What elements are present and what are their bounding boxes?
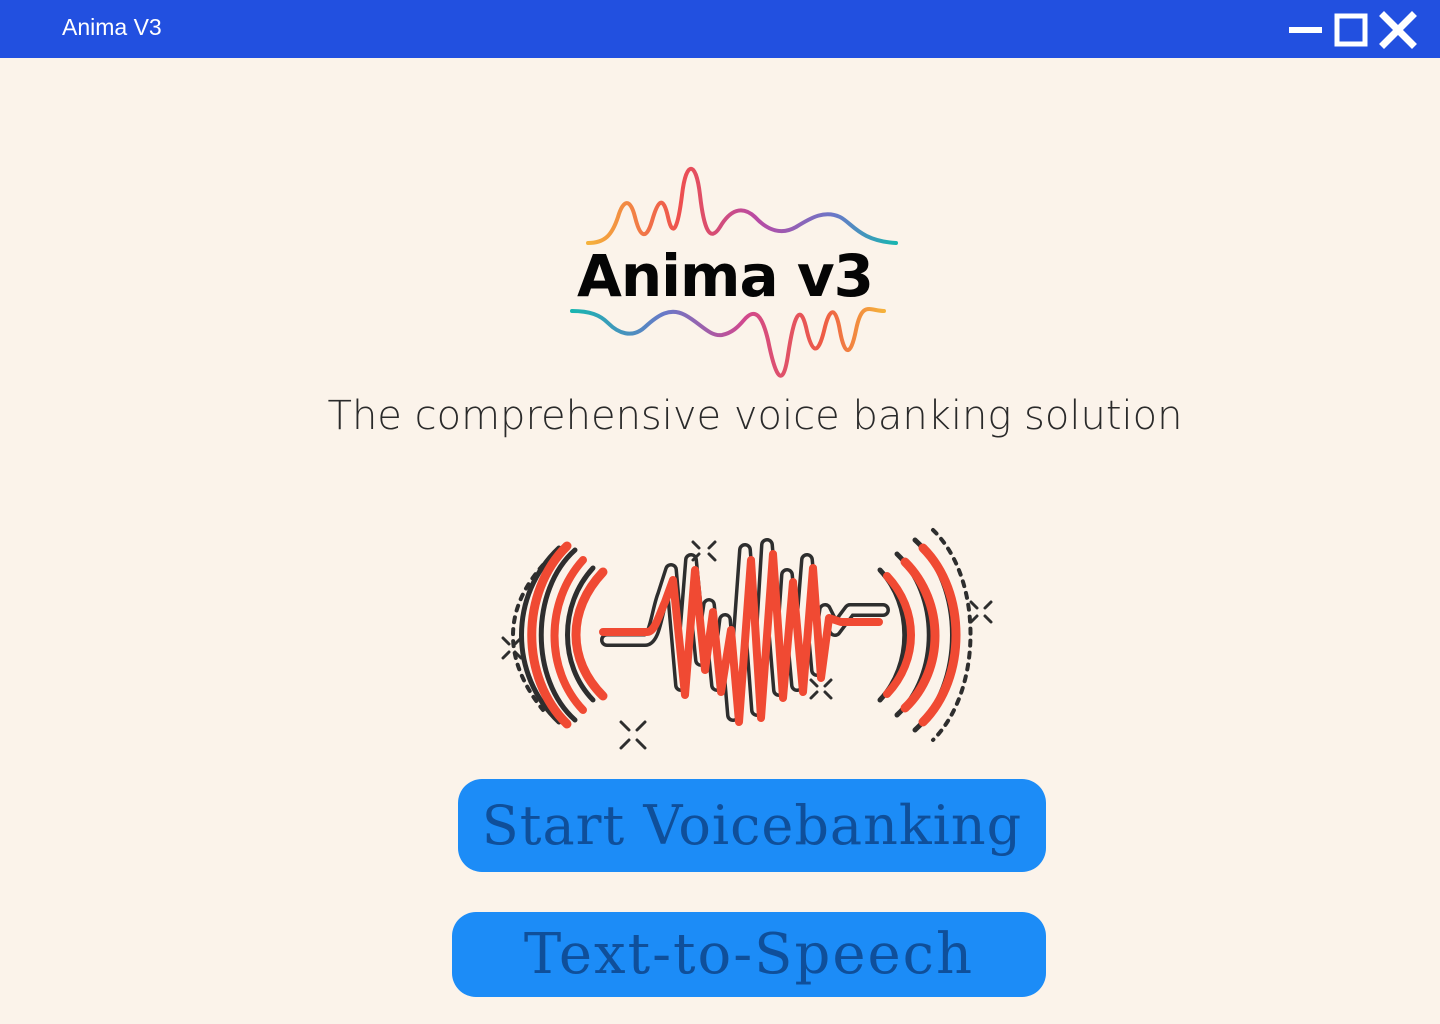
- app-logo: Anima v3: [560, 155, 900, 395]
- sound-wave-icon: [501, 528, 993, 750]
- start-voicebanking-button[interactable]: Start Voicebanking: [458, 779, 1046, 872]
- title-bar: Anima V3: [0, 0, 1440, 58]
- minimize-icon: [1286, 10, 1326, 50]
- close-button[interactable]: [1378, 10, 1418, 50]
- minimize-button[interactable]: [1286, 10, 1326, 50]
- window-title: Anima V3: [62, 14, 162, 40]
- tagline: The comprehensive voice banking solution: [327, 393, 1183, 439]
- maximize-button[interactable]: [1331, 10, 1371, 50]
- logo-wordmark: Anima v3: [577, 242, 874, 310]
- text-to-speech-button[interactable]: Text-to-Speech: [452, 912, 1046, 997]
- close-icon: [1378, 10, 1418, 50]
- audio-waveform-illustration: [495, 510, 995, 760]
- maximize-icon: [1331, 10, 1371, 50]
